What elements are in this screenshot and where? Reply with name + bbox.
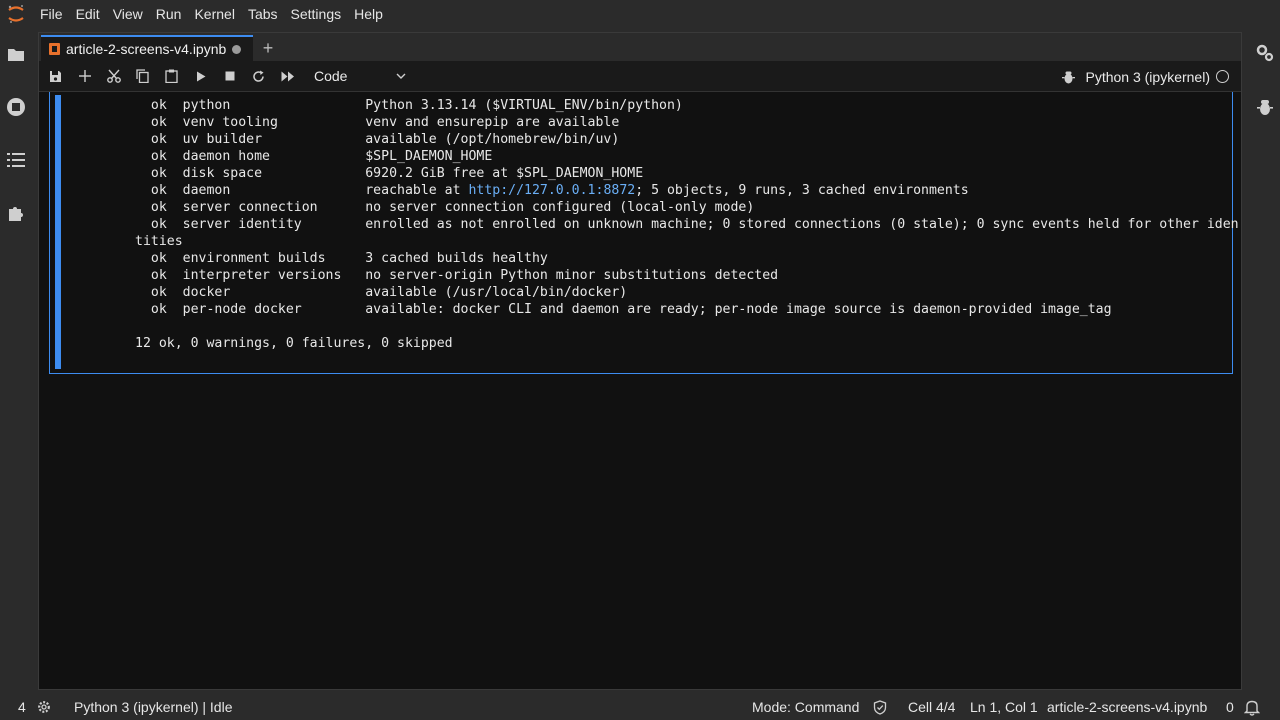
menu-item-settings[interactable]: Settings — [291, 6, 353, 22]
output-line: 12 ok, 0 warnings, 0 failures, 0 skipped — [135, 335, 1239, 352]
trusted-shield-icon[interactable] — [873, 700, 887, 718]
tab-notebook[interactable]: article-2-screens-v4.ipynb — [41, 35, 253, 61]
cell-collapser[interactable] — [55, 95, 61, 369]
cut-icon[interactable] — [99, 64, 128, 88]
notebook-cell[interactable]: ok python Python 3.13.14 ($VIRTUAL_ENV/b… — [49, 92, 1239, 374]
output-text: ok python Python 3.13.14 ($VIRTUAL_ENV/b… — [135, 98, 683, 113]
output-text: ok per-node docker available: docker CLI… — [135, 302, 1112, 317]
main-area: article-2-screens-v4.ipynb + Code Python… — [38, 32, 1242, 690]
menu-item-run[interactable]: Run — [156, 6, 193, 22]
menu-item-file[interactable]: File — [40, 6, 74, 22]
cell-type-dropdown[interactable]: Code — [314, 68, 406, 84]
output-line: ok daemon reachable at http://127.0.0.1:… — [135, 182, 1239, 199]
output-text: ok docker available (/usr/local/bin/dock… — [135, 285, 628, 300]
output-line: ok python Python 3.13.14 ($VIRTUAL_ENV/b… — [135, 97, 1239, 114]
output-text: ok interpreter versions no server-origin… — [135, 268, 779, 283]
output-text: ok venv tooling venv and ensurepip are a… — [135, 115, 620, 130]
output-line: tities — [135, 233, 1239, 250]
right-sidebar — [1242, 28, 1280, 692]
output-text: ok server connection no server connectio… — [135, 200, 755, 215]
cell-position: Cell 4/4 — [908, 699, 956, 715]
output-line: ok interpreter versions no server-origin… — [135, 267, 1239, 284]
bell-icon[interactable] — [1243, 699, 1261, 719]
property-inspector-icon[interactable] — [1256, 44, 1274, 62]
output-line: ok server identity enrolled as not enrol… — [135, 216, 1239, 233]
cell-output: ok python Python 3.13.14 ($VIRTUAL_ENV/b… — [135, 97, 1239, 352]
new-tab-plus-icon[interactable]: + — [257, 37, 279, 59]
output-text: ok server identity enrolled as not enrol… — [135, 217, 1239, 232]
left-sidebar — [0, 28, 33, 692]
debugger-toggle-icon[interactable] — [1062, 70, 1076, 84]
daemon-url-link[interactable]: http://127.0.0.1:8872 — [468, 183, 635, 198]
notebook-toolbar: Code Python 3 (ipykernel) — [39, 61, 1241, 92]
output-text: ok daemon reachable at — [135, 183, 469, 198]
kernel-settings-gear-icon[interactable] — [37, 700, 51, 717]
debugger-icon[interactable] — [1256, 98, 1274, 116]
extension-manager-icon[interactable] — [6, 203, 26, 223]
output-line: ok uv builder available (/opt/homebrew/b… — [135, 131, 1239, 148]
mode-indicator: Mode: Command — [752, 699, 860, 715]
kernel-area: Python 3 (ipykernel) — [1062, 61, 1229, 92]
table-of-contents-icon[interactable] — [6, 150, 26, 170]
tab-label: article-2-screens-v4.ipynb — [66, 41, 227, 57]
notification-count: 0 — [1226, 699, 1234, 715]
cell-type-value: Code — [314, 68, 348, 84]
cursor-position[interactable]: Ln 1, Col 1 — [970, 699, 1038, 715]
status-filename: article-2-screens-v4.ipynb — [1047, 699, 1208, 715]
kernel-name[interactable]: Python 3 (ipykernel) — [1085, 69, 1210, 85]
menu-bar: File Edit View Run Kernel Tabs Settings Help — [0, 0, 1280, 28]
restart-run-all-icon[interactable] — [273, 64, 302, 88]
insert-cell-plus-icon[interactable] — [70, 64, 99, 88]
run-cell-icon[interactable] — [186, 64, 215, 88]
kernel-idle-status-icon — [1216, 70, 1229, 83]
tab-bar: article-2-screens-v4.ipynb + — [39, 33, 1241, 61]
stop-kernel-icon[interactable] — [215, 64, 244, 88]
running-sessions-icon[interactable] — [6, 97, 26, 117]
output-text: ; 5 objects, 9 runs, 3 cached environmen… — [635, 183, 969, 198]
save-icon[interactable] — [41, 64, 70, 88]
output-text: ok environment builds 3 cached builds he… — [135, 251, 548, 266]
output-line: ok per-node docker available: docker CLI… — [135, 301, 1239, 318]
copy-icon[interactable] — [128, 64, 157, 88]
menu-item-kernel[interactable]: Kernel — [194, 6, 245, 22]
menu-items: File Edit View Run Kernel Tabs Settings Help — [40, 6, 396, 22]
menu-item-help[interactable]: Help — [354, 6, 394, 22]
notebook-icon — [49, 43, 60, 55]
menu-item-tabs[interactable]: Tabs — [248, 6, 289, 22]
output-text: ok uv builder available (/opt/homebrew/b… — [135, 132, 620, 147]
cell-count: 4 — [18, 699, 26, 715]
menu-item-edit[interactable]: Edit — [76, 6, 111, 22]
output-text: ok daemon home $SPL_DAEMON_HOME — [135, 149, 493, 164]
output-line: ok venv tooling venv and ensurepip are a… — [135, 114, 1239, 131]
unsaved-indicator-icon[interactable] — [232, 44, 242, 54]
chevron-down-icon — [396, 73, 406, 79]
status-bar: 4 Python 3 (ipykernel) | Idle Mode: Comm… — [0, 696, 1280, 720]
kernel-status[interactable]: Python 3 (ipykernel) | Idle — [74, 699, 233, 715]
output-line: ok daemon home $SPL_DAEMON_HOME — [135, 148, 1239, 165]
output-line: ok docker available (/usr/local/bin/dock… — [135, 284, 1239, 301]
output-text: 12 ok, 0 warnings, 0 failures, 0 skipped — [135, 336, 453, 351]
folder-icon[interactable] — [6, 44, 26, 64]
menu-item-view[interactable]: View — [113, 6, 154, 22]
output-line: ok environment builds 3 cached builds he… — [135, 250, 1239, 267]
restart-kernel-icon[interactable] — [244, 64, 273, 88]
output-text: tities — [135, 234, 183, 249]
jupyter-logo-icon — [0, 0, 32, 28]
output-line: ok disk space 6920.2 GiB free at $SPL_DA… — [135, 165, 1239, 182]
output-text: ok disk space 6920.2 GiB free at $SPL_DA… — [135, 166, 644, 181]
output-line: ok server connection no server connectio… — [135, 199, 1239, 216]
paste-icon[interactable] — [157, 64, 186, 88]
